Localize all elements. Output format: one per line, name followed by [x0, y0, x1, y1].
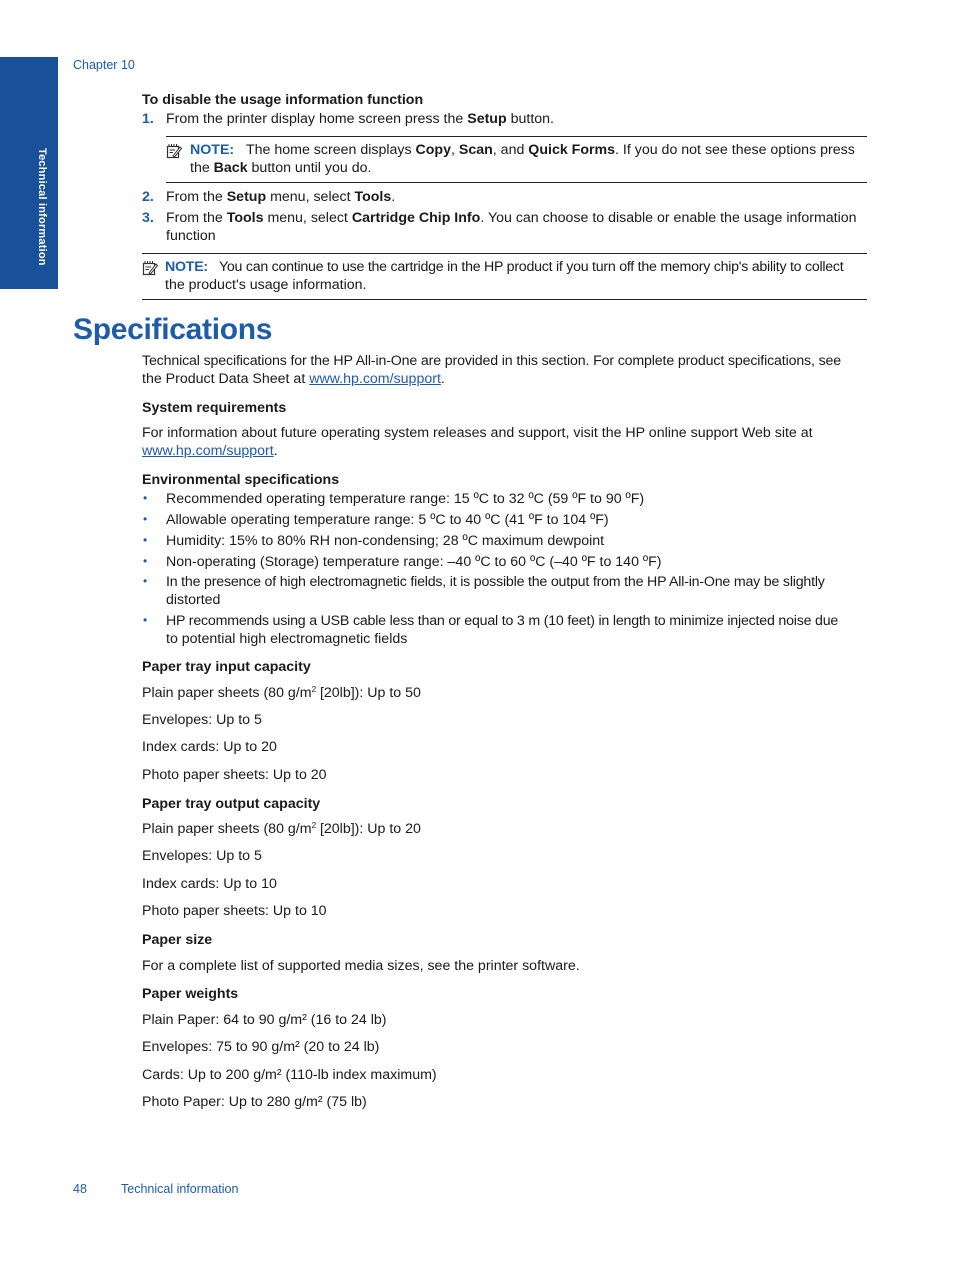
bullet-icon: • [143, 533, 148, 547]
step-3-number: 3. [142, 210, 154, 226]
text-fragment: . You can choose to disable or enable th… [480, 210, 857, 226]
output-plain-paper: Plain paper sheets (80 g/m2 [20lb]): Up … [142, 821, 421, 837]
note-icon [166, 144, 182, 159]
note-2-line-1: NOTE: You can continue to use the cartri… [165, 259, 844, 275]
note-label: NOTE: [190, 142, 235, 158]
bullet-icon: • [143, 491, 148, 505]
intro-line-1: Technical specifications for the HP All-… [142, 353, 842, 369]
env-item: Non-operating (Storage) temperature rang… [166, 554, 662, 570]
text-fragment: the [190, 160, 214, 176]
text-fragment: . [440, 371, 445, 387]
text-fragment: From the printer display home screen pre… [166, 111, 468, 127]
step-1-text: From the printer display home screen pre… [166, 111, 554, 127]
text-fragment: Plain paper sheets (80 g/m [142, 685, 312, 701]
system-requirements-link-line: www.hp.com/support. [142, 443, 278, 459]
output-capacity-item: Photo paper sheets: Up to 10 [142, 903, 327, 919]
note-2-top-rule [142, 253, 867, 254]
cartridge-chip-info-term: Cartridge Chip Info [351, 210, 481, 226]
bullet-icon: • [143, 574, 148, 588]
step-3-text-line-2: function [166, 228, 216, 244]
step-3-text: From the Tools menu, select Cartridge Ch… [166, 210, 857, 226]
text-fragment: . [273, 443, 278, 459]
tools-term: Tools [226, 210, 264, 226]
env-item-line-2: to potential high electromagnetic fields [166, 631, 408, 647]
paper-weight-item: Photo Paper: Up to 280 g/m² (75 lb) [142, 1094, 367, 1110]
input-capacity-item: Photo paper sheets: Up to 20 [142, 767, 327, 783]
intro-line-2: the Product Data Sheet at www.hp.com/sup… [142, 371, 445, 387]
note-icon [142, 261, 158, 276]
setup-term: Setup [467, 111, 507, 127]
setup-term: Setup [226, 189, 267, 205]
env-item: In the presence of high electromagnetic … [166, 574, 825, 590]
step-2-number: 2. [142, 189, 154, 205]
text-fragment: Plain paper sheets (80 g/m [142, 821, 312, 837]
scan-term: Scan [458, 142, 493, 158]
paper-weight-item: Plain Paper: 64 to 90 g/m² (16 to 24 lb) [142, 1012, 387, 1028]
text-fragment: . [391, 189, 396, 205]
note-2-bottom-rule [142, 299, 867, 300]
chapter-header: Chapter 10 [73, 58, 135, 72]
input-capacity-item: Index cards: Up to 20 [142, 739, 277, 755]
paper-weight-item: Cards: Up to 200 g/m² (110-lb index maxi… [142, 1067, 437, 1083]
text-fragment: [20lb]): Up to 20 [316, 821, 421, 837]
system-requirements-text: For information about future operating s… [142, 425, 813, 441]
step-2-text: From the Setup menu, select Tools. [166, 189, 395, 205]
text-fragment: , [450, 142, 459, 158]
text-fragment: From the [166, 189, 227, 205]
output-capacity-heading: Paper tray output capacity [142, 796, 321, 812]
environmental-heading: Environmental specifications [142, 472, 340, 488]
text-fragment: You can continue to use the cartridge in… [218, 259, 844, 275]
bullet-icon: • [143, 512, 148, 526]
step-1-number: 1. [142, 111, 154, 127]
procedure-heading: To disable the usage information functio… [142, 92, 424, 108]
note-1-line-1: NOTE: The home screen displays Copy, Sca… [190, 142, 855, 158]
section-title: Specifications [73, 313, 273, 346]
system-requirements-heading: System requirements [142, 400, 287, 416]
hp-support-link[interactable]: www.hp.com/support [142, 443, 274, 459]
env-item: HP recommends using a USB cable less tha… [166, 613, 839, 629]
back-term: Back [213, 160, 248, 176]
paper-size-text: For a complete list of supported media s… [142, 958, 580, 974]
side-tab [0, 57, 58, 289]
input-capacity-item: Envelopes: Up to 5 [142, 712, 262, 728]
hp-support-link[interactable]: www.hp.com/support [309, 371, 441, 387]
paper-weights-heading: Paper weights [142, 986, 239, 1002]
note-label: NOTE: [165, 259, 208, 275]
tools-term: Tools [354, 189, 392, 205]
text-fragment: From the [166, 210, 227, 226]
output-capacity-item: Index cards: Up to 10 [142, 876, 277, 892]
page-number: 48 [73, 1182, 87, 1196]
side-tab-label: Technical information [36, 148, 48, 266]
bullet-icon: • [143, 613, 148, 627]
note-1-bottom-rule [166, 182, 867, 183]
text-fragment: button. [506, 111, 554, 127]
note-1-top-rule [166, 136, 867, 137]
text-fragment: [20lb]): Up to 50 [316, 685, 421, 701]
text-fragment: menu, select [263, 210, 352, 226]
text-fragment: button until you do. [247, 160, 372, 176]
env-item: Humidity: 15% to 80% RH non-condensing; … [166, 533, 605, 549]
note-1-line-2: the Back button until you do. [190, 160, 371, 176]
output-capacity-item: Envelopes: Up to 5 [142, 848, 262, 864]
text-fragment: the Product Data Sheet at [142, 371, 310, 387]
env-item-line-2: distorted [166, 592, 221, 608]
text-fragment: menu, select [266, 189, 355, 205]
quick-forms-term: Quick Forms [528, 142, 616, 158]
env-item: Allowable operating temperature range: 5… [166, 512, 609, 528]
text-fragment: . If you do not see these options press [615, 142, 855, 158]
footer-section-title: Technical information [121, 1182, 239, 1196]
bullet-icon: • [143, 554, 148, 568]
text-fragment: The home screen displays [245, 142, 416, 158]
copy-term: Copy [415, 142, 451, 158]
paper-size-heading: Paper size [142, 932, 213, 948]
input-capacity-heading: Paper tray input capacity [142, 659, 311, 675]
note-2-line-2: the product's usage information. [165, 277, 367, 293]
input-plain-paper: Plain paper sheets (80 g/m2 [20lb]): Up … [142, 685, 421, 701]
env-item: Recommended operating temperature range:… [166, 491, 645, 507]
text-fragment: , and [492, 142, 529, 158]
paper-weight-item: Envelopes: 75 to 90 g/m² (20 to 24 lb) [142, 1039, 380, 1055]
